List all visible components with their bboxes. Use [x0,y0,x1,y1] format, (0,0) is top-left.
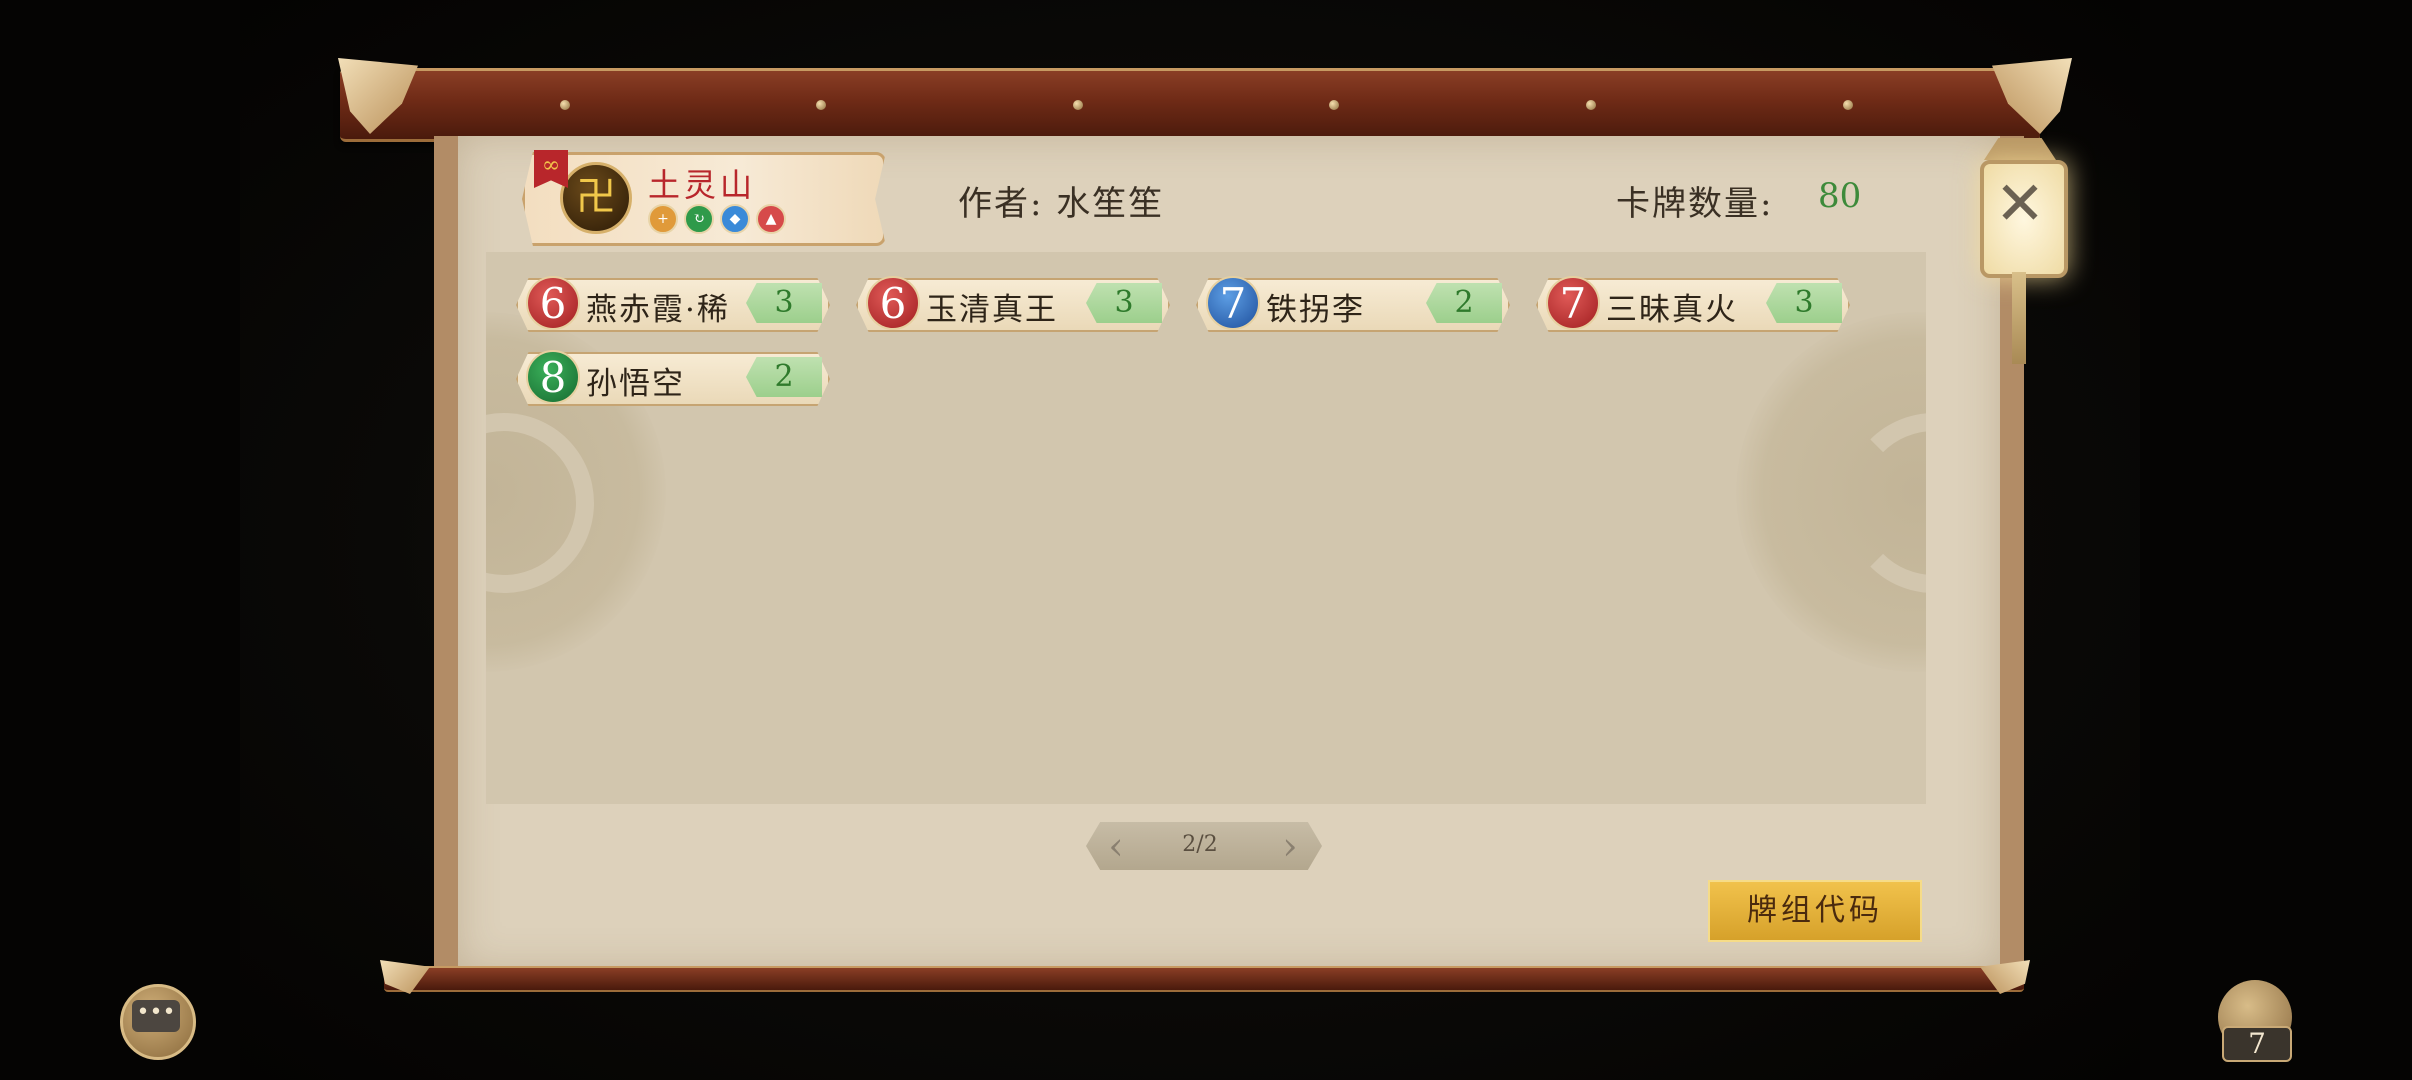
card-quantity: 3 [1766,283,1842,323]
chat-icon[interactable]: ••• [132,1000,180,1032]
deck-code-button[interactable]: 牌组代码 [1708,880,1922,942]
card-quantity: 3 [1086,283,1162,323]
next-page-button[interactable]: › [1272,824,1308,868]
rivet [560,100,570,110]
card-name: 玉清真王 [926,292,1058,328]
card-cost: 7 [1546,276,1600,330]
card-name: 铁拐李 [1266,292,1365,328]
scroll-bottom-rod [384,966,2024,992]
prev-page-button[interactable]: ‹ [1098,824,1134,868]
rivet [1843,100,1853,110]
fire-icon: ▲ [756,204,786,234]
card-name: 燕赤霞·稀 [586,292,730,328]
card-cost: 7 [1206,276,1260,330]
card-cost: 6 [526,276,580,330]
card-list-panel [486,252,1926,804]
cloud-ornament-right [1736,312,1926,672]
card-count-value: 80 [1818,176,1862,216]
rivet [816,100,826,110]
card-name: 三昧真火 [1606,292,1738,328]
close-icon[interactable]: ✕ [1980,164,2060,244]
card-count-label: 卡牌数量: [1616,184,1774,224]
card-name: 孙悟空 [586,366,685,402]
wood-icon: ↻ [684,204,714,234]
bag-count-badge: 7 [2222,1026,2292,1062]
water-icon: ◆ [720,204,750,234]
card-quantity: 2 [746,357,822,397]
card-cost: 8 [526,350,580,404]
author-label: 作者: [958,184,1044,224]
page-indicator: 2/2 [1182,832,1218,857]
card-quantity: 2 [1426,283,1502,323]
rivet [1586,100,1596,110]
earth-icon: + [648,204,678,234]
deck-name: 土灵山 [648,166,757,204]
element-icons: + ↻ ◆ ▲ [648,204,786,234]
rivet [1073,100,1083,110]
card-quantity: 3 [746,283,822,323]
author-info: 作者: 水笙笙 [958,176,1164,225]
lantern-tassel [2012,272,2026,364]
scroll-top-rod [340,68,2040,142]
card-cost: 6 [866,276,920,330]
deck-emblem-icon: 卍 [560,162,632,234]
rivet [1329,100,1339,110]
author-name: 水笙笙 [1056,184,1165,224]
